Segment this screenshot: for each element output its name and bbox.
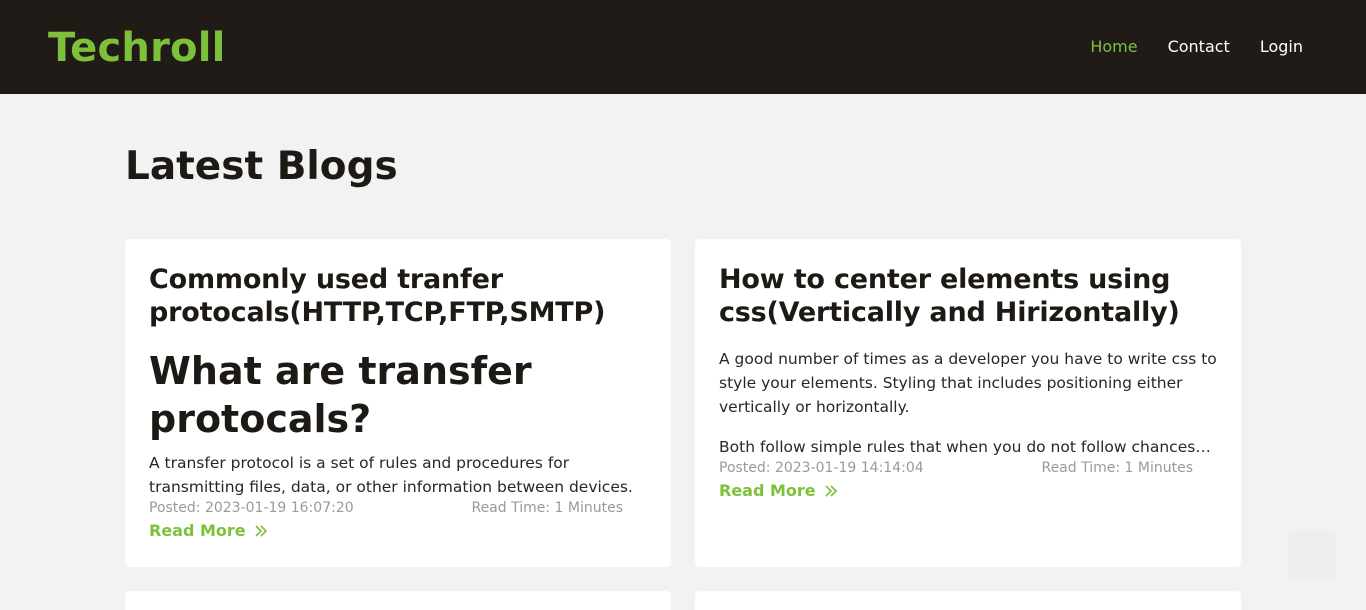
blog-meta: Posted: 2023-01-19 14:14:04 Read Time: 1…: [719, 459, 1193, 477]
blog-title[interactable]: How to center elements using css(Vertica…: [719, 263, 1217, 329]
blog-posted-date: Posted: 2023-01-19 16:07:20: [149, 500, 354, 516]
blog-read-time: Read Time: 1 Minutes: [1041, 460, 1193, 476]
brand-logo[interactable]: Techroll: [48, 24, 226, 72]
double-chevron-right-icon: [255, 525, 267, 537]
blog-posted-date: Posted: 2023-01-19 14:14:04: [719, 460, 924, 476]
blog-card: [695, 591, 1241, 610]
blog-excerpt-continued: Both follow simple rules that when you d…: [719, 438, 1214, 456]
nav-home-link[interactable]: Home: [1090, 37, 1137, 57]
navbar: Techroll Home Contact Login: [0, 0, 1366, 94]
blog-card: Commonly used tranfer protocals(HTTP,TCP…: [125, 239, 671, 567]
nav-login-link[interactable]: Login: [1260, 37, 1303, 57]
blog-title[interactable]: Commonly used tranfer protocals(HTTP,TCP…: [149, 263, 647, 329]
blog-read-time: Read Time: 1 Minutes: [471, 500, 623, 516]
blog-meta: Posted: 2023-01-19 16:07:20 Read Time: 1…: [149, 499, 623, 517]
blog-excerpt: A good number of times as a developer yo…: [719, 350, 1217, 416]
blog-card: [125, 591, 671, 610]
blog-card: How to center elements using css(Vertica…: [695, 239, 1241, 567]
read-more-link[interactable]: Read More: [719, 481, 838, 501]
nav-links: Home Contact Login: [1060, 37, 1303, 57]
blog-subtitle: What are transfer protocals?: [149, 349, 532, 441]
blog-excerpt: A transfer protocol is a set of rules an…: [149, 454, 633, 496]
read-more-label: Read More: [719, 481, 816, 500]
nav-contact-link[interactable]: Contact: [1168, 37, 1230, 57]
page-title: Latest Blogs: [125, 144, 398, 189]
scroll-to-top-button[interactable]: [1288, 530, 1336, 578]
double-chevron-right-icon: [825, 485, 837, 497]
read-more-label: Read More: [149, 521, 246, 540]
read-more-link[interactable]: Read More: [149, 521, 268, 541]
